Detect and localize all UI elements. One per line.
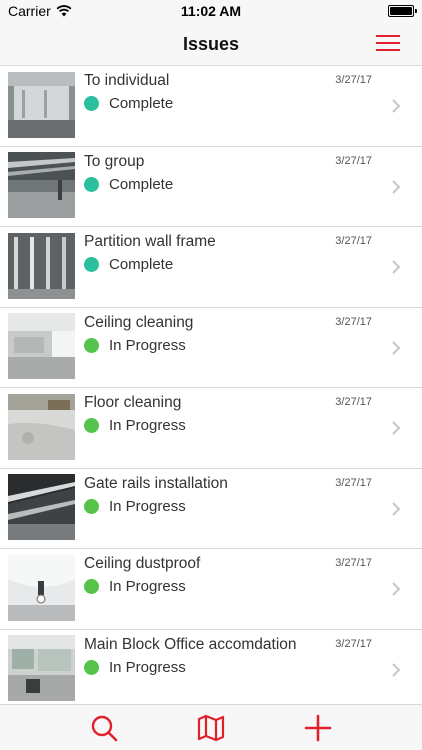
issue-date: 3/27/17 <box>335 315 372 328</box>
issue-status: In Progress <box>84 498 186 515</box>
issue-title: Floor cleaning <box>84 394 182 411</box>
issue-status: Complete <box>84 256 173 273</box>
issues-list: To individual Complete 3/27/17 To group … <box>0 66 422 704</box>
issue-thumbnail <box>8 393 75 460</box>
status-dot-icon <box>84 418 99 433</box>
issue-status: In Progress <box>84 417 186 434</box>
status-dot-icon <box>84 498 99 514</box>
issue-status-label: In Progress <box>109 658 186 676</box>
search-icon[interactable] <box>89 713 119 743</box>
issue-title: To individual <box>84 72 170 89</box>
issue-status: In Progress <box>84 659 186 676</box>
issue-status-label: In Progress <box>109 336 186 354</box>
status-dot-icon <box>84 176 99 192</box>
issue-status: Complete <box>84 95 173 112</box>
chevron-right-icon <box>392 582 401 596</box>
issue-date: 3/27/17 <box>335 74 372 86</box>
issue-row[interactable]: Floor cleaning In Progress 3/27/17 <box>0 388 422 469</box>
issue-thumbnail <box>8 554 75 621</box>
page-title: Issues <box>182 34 240 54</box>
issue-title: Ceiling dustproof <box>84 555 201 572</box>
issue-date: 3/27/17 <box>335 637 372 650</box>
issue-status-label: In Progress <box>109 497 186 515</box>
issue-title: To group <box>84 152 145 170</box>
chevron-right-icon <box>392 501 401 516</box>
issue-thumbnail <box>8 635 75 701</box>
issue-title: Ceiling cleaning <box>84 313 194 331</box>
issue-status: Complete <box>84 176 173 193</box>
issue-row[interactable]: Partition wall frame Complete 3/27/17 <box>0 227 422 308</box>
issue-row[interactable]: Ceiling cleaning In Progress 3/27/17 <box>0 308 422 388</box>
issue-thumbnail <box>8 232 75 299</box>
plus-icon[interactable] <box>303 713 333 743</box>
battery-icon <box>388 5 417 17</box>
issue-thumbnail <box>8 474 75 540</box>
chevron-right-icon <box>392 421 401 435</box>
issue-status-label: In Progress <box>109 578 186 595</box>
issue-row[interactable]: Ceiling dustproof In Progress 3/27/17 <box>0 549 422 630</box>
status-dot-icon <box>84 337 99 353</box>
issue-thumbnail <box>8 313 75 379</box>
issue-status-label: Complete <box>109 256 174 273</box>
issue-status-label: Complete <box>109 175 174 193</box>
issue-date: 3/27/17 <box>335 476 372 489</box>
issue-date: 3/27/17 <box>335 396 372 408</box>
chevron-right-icon <box>392 99 401 113</box>
chevron-right-icon <box>392 340 401 355</box>
issue-row[interactable]: Main Block Office accomdation In Progres… <box>0 630 422 705</box>
menu-button[interactable] <box>376 33 400 53</box>
issue-status: In Progress <box>84 337 186 354</box>
map-icon[interactable] <box>196 713 226 743</box>
status-bar: Carrier 11:02 AM <box>0 0 422 22</box>
status-time: 11:02 AM <box>180 3 242 19</box>
issue-date: 3/27/17 <box>335 154 372 167</box>
chevron-right-icon <box>392 179 401 194</box>
battery-fill <box>390 7 412 15</box>
issue-title: Partition wall frame <box>84 233 216 250</box>
tab-bar <box>0 704 422 750</box>
status-dot-icon <box>84 257 99 272</box>
issue-status: In Progress <box>84 578 186 595</box>
chevron-right-icon <box>392 662 401 677</box>
status-dot-icon <box>84 96 99 111</box>
issue-title: Gate rails installation <box>84 474 228 492</box>
issue-row[interactable]: To individual Complete 3/27/17 <box>0 66 422 147</box>
issue-row[interactable]: Gate rails installation In Progress 3/27… <box>0 469 422 549</box>
status-dot-icon <box>84 579 99 594</box>
issue-date: 3/27/17 <box>335 557 372 569</box>
chevron-right-icon <box>392 260 401 274</box>
issue-date: 3/27/17 <box>335 235 372 247</box>
navigation-bar: Issues <box>0 22 422 66</box>
issue-status-label: Complete <box>109 95 174 112</box>
status-dot-icon <box>84 659 99 675</box>
issue-row[interactable]: To group Complete 3/27/17 <box>0 147 422 227</box>
issue-status-label: In Progress <box>109 417 186 434</box>
issue-title: Main Block Office accomdation <box>84 635 297 653</box>
issue-thumbnail <box>8 71 75 138</box>
issue-thumbnail <box>8 152 75 218</box>
